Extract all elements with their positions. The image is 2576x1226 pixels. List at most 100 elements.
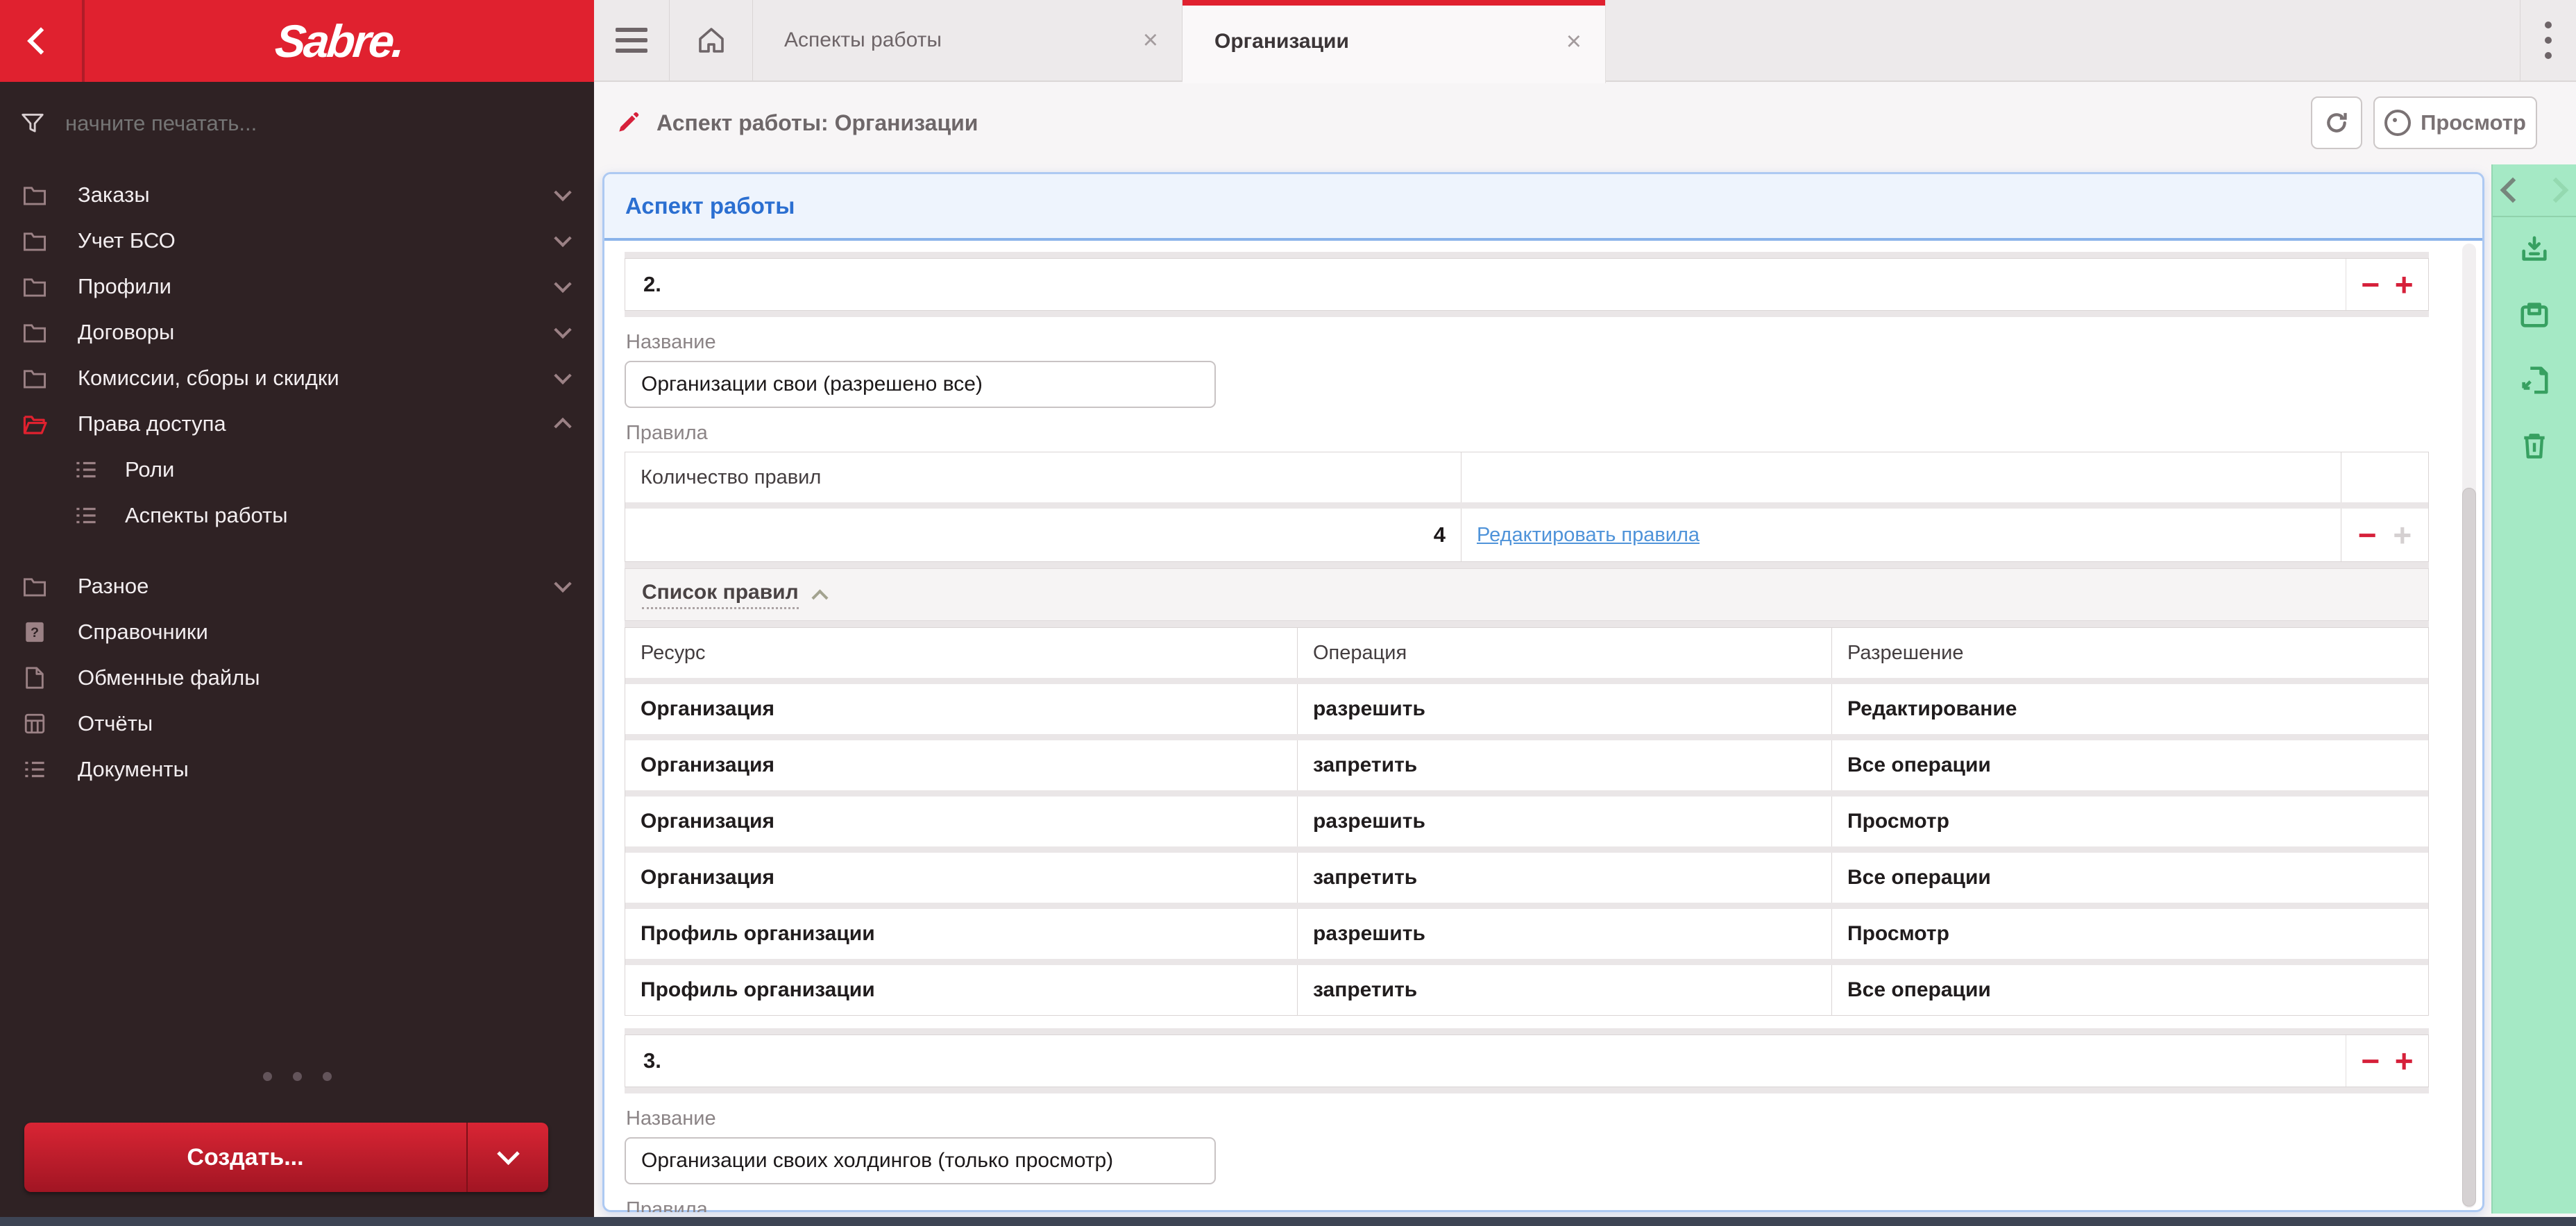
panel-title: Аспект работы: [625, 193, 795, 219]
section-3-row: 3. − +: [625, 1035, 2429, 1087]
chevron-down-icon: [554, 183, 572, 202]
view-button[interactable]: Просмотр: [2373, 96, 2537, 149]
folder-icon: [21, 575, 49, 597]
name-label: Название: [626, 331, 716, 353]
sidebar-item-dokumenty[interactable]: Документы: [0, 747, 594, 792]
home-button[interactable]: [670, 0, 752, 80]
remove-row-button[interactable]: −: [2358, 519, 2377, 551]
page-header: Аспект работы: Организации Просмотр: [594, 82, 2576, 164]
menu-hamburger-button[interactable]: [594, 0, 669, 80]
folder-icon: [21, 367, 49, 389]
divider: [625, 502, 2428, 509]
tab-organizacii[interactable]: Организации ×: [1183, 0, 1606, 83]
sidebar-filter-input[interactable]: [64, 110, 511, 137]
folder-open-icon: [21, 413, 49, 435]
sidebar-item-prava-dostupa[interactable]: Права доступа: [0, 401, 594, 447]
refresh-icon: [2327, 112, 2347, 133]
sidebar-item-zakazy[interactable]: Заказы: [0, 172, 594, 218]
col-resource: Ресурс: [641, 641, 706, 664]
close-icon[interactable]: ×: [1543, 28, 1605, 55]
name-input[interactable]: [625, 1137, 1216, 1184]
remove-section-button[interactable]: −: [2361, 1045, 2380, 1077]
app-root: Sabre. Заказы Учет БСО Профили Договоры: [0, 0, 2576, 1226]
folder-icon: [21, 321, 49, 343]
table-header-row: Ресурс Операция Разрешение: [625, 628, 2428, 678]
rules-count-table: Количество правил 4 Редактировать правил…: [625, 452, 2429, 562]
chevron-down-icon: [496, 1142, 520, 1165]
brand-logo[interactable]: Sabre.: [85, 0, 594, 82]
export-button[interactable]: [2493, 348, 2576, 413]
table-header-row: Количество правил: [625, 452, 2428, 502]
rules-table: Ресурс Операция Разрешение Организация р…: [625, 627, 2429, 1016]
count-header-cell: Количество правил: [641, 466, 822, 488]
tab-bar: Аспекты работы × Организации ×: [594, 0, 2576, 83]
delete-button[interactable]: [2493, 413, 2576, 478]
panel-header: Аспект работы: [604, 174, 2482, 241]
name-input[interactable]: [625, 361, 1216, 408]
create-split-button: Создать...: [24, 1123, 548, 1192]
nav-prev-button[interactable]: [2500, 177, 2526, 203]
tab-aspekty-raboty[interactable]: Аспекты работы ×: [752, 0, 1183, 80]
home-icon: [698, 28, 724, 53]
page-title-wrap: Аспект работы: Организации: [615, 82, 978, 164]
add-row-button[interactable]: +: [2393, 519, 2412, 551]
create-button[interactable]: Создать...: [24, 1123, 468, 1192]
section-number: 2.: [643, 272, 661, 296]
table-row: Организация запретить Все операции: [625, 853, 2428, 903]
save-button[interactable]: [2493, 282, 2576, 348]
table-row: 4 Редактировать правила − +: [625, 509, 2428, 561]
sidebar-filter: [0, 97, 594, 150]
work-aspect-panel: Аспект работы 2. − + Название Правила: [602, 172, 2484, 1212]
download-button[interactable]: [2493, 217, 2576, 282]
chevron-down-icon: [554, 366, 572, 385]
chevron-down-icon: [554, 574, 572, 593]
name-label: Название: [626, 1107, 716, 1130]
scrollbar-thumb[interactable]: [2462, 488, 2476, 1207]
sidebar: Sabre. Заказы Учет БСО Профили Договоры: [0, 0, 594, 1218]
sidebar-item-otchety[interactable]: Отчёты: [0, 701, 594, 747]
sidebar-item-profili[interactable]: Профили: [0, 264, 594, 309]
add-section-button[interactable]: +: [2395, 1045, 2414, 1077]
trash-icon: [2524, 434, 2545, 459]
sidebar-item-aspekty-raboty[interactable]: Аспекты работы: [0, 493, 594, 538]
toolbar-nav: [2493, 164, 2576, 217]
help-document-icon: ?: [21, 620, 49, 644]
sidebar-item-obmennye-fajly[interactable]: Обменные файлы: [0, 655, 594, 701]
sidebar-item-dogovory[interactable]: Договоры: [0, 309, 594, 355]
chevron-down-icon: [554, 275, 572, 293]
create-dropdown-button[interactable]: [468, 1123, 548, 1192]
filter-icon: [22, 113, 44, 133]
table-row: Организация разрешить Просмотр: [625, 797, 2428, 846]
sidebar-menu: Заказы Учет БСО Профили Договоры Комисси…: [0, 172, 594, 792]
sabre-logo: Sabre.: [273, 15, 406, 67]
close-icon[interactable]: ×: [1119, 27, 1182, 53]
bottom-bar: [0, 1217, 2576, 1226]
report-icon: [21, 712, 49, 735]
panel-scrollbar[interactable]: [2462, 244, 2476, 1208]
edit-rules-link[interactable]: Редактировать правила: [1477, 524, 1700, 547]
sidebar-page-dots[interactable]: [0, 1072, 594, 1081]
remove-section-button[interactable]: −: [2361, 269, 2380, 300]
rules-label: Правила: [626, 1198, 708, 1212]
nav-next-button[interactable]: [2543, 177, 2569, 203]
divider: [625, 1087, 2429, 1093]
sidebar-item-roli[interactable]: Роли: [0, 447, 594, 493]
chevron-up-icon: [554, 417, 572, 436]
sidebar-item-komissii[interactable]: Комиссии, сборы и скидки: [0, 355, 594, 401]
pencil-icon: [619, 112, 639, 132]
download-icon: [2522, 236, 2547, 261]
add-section-button[interactable]: +: [2395, 269, 2414, 300]
divider: [625, 1028, 2429, 1035]
section-2-row: 2. − +: [625, 258, 2429, 311]
eye-icon: [2384, 110, 2412, 136]
refresh-button[interactable]: [2311, 96, 2362, 149]
list-icon: [72, 459, 100, 480]
sidebar-item-uchet-bso[interactable]: Учет БСО: [0, 218, 594, 264]
export-icon: [2522, 366, 2548, 394]
collapse-sidebar-button[interactable]: [0, 0, 85, 82]
rules-list-toggle[interactable]: Список правил: [625, 568, 2429, 621]
sidebar-item-spravochniki[interactable]: ? Справочники: [0, 609, 594, 655]
divider: [625, 311, 2429, 317]
sidebar-item-raznoe[interactable]: Разное: [0, 563, 594, 609]
more-options-button[interactable]: [2520, 0, 2576, 80]
